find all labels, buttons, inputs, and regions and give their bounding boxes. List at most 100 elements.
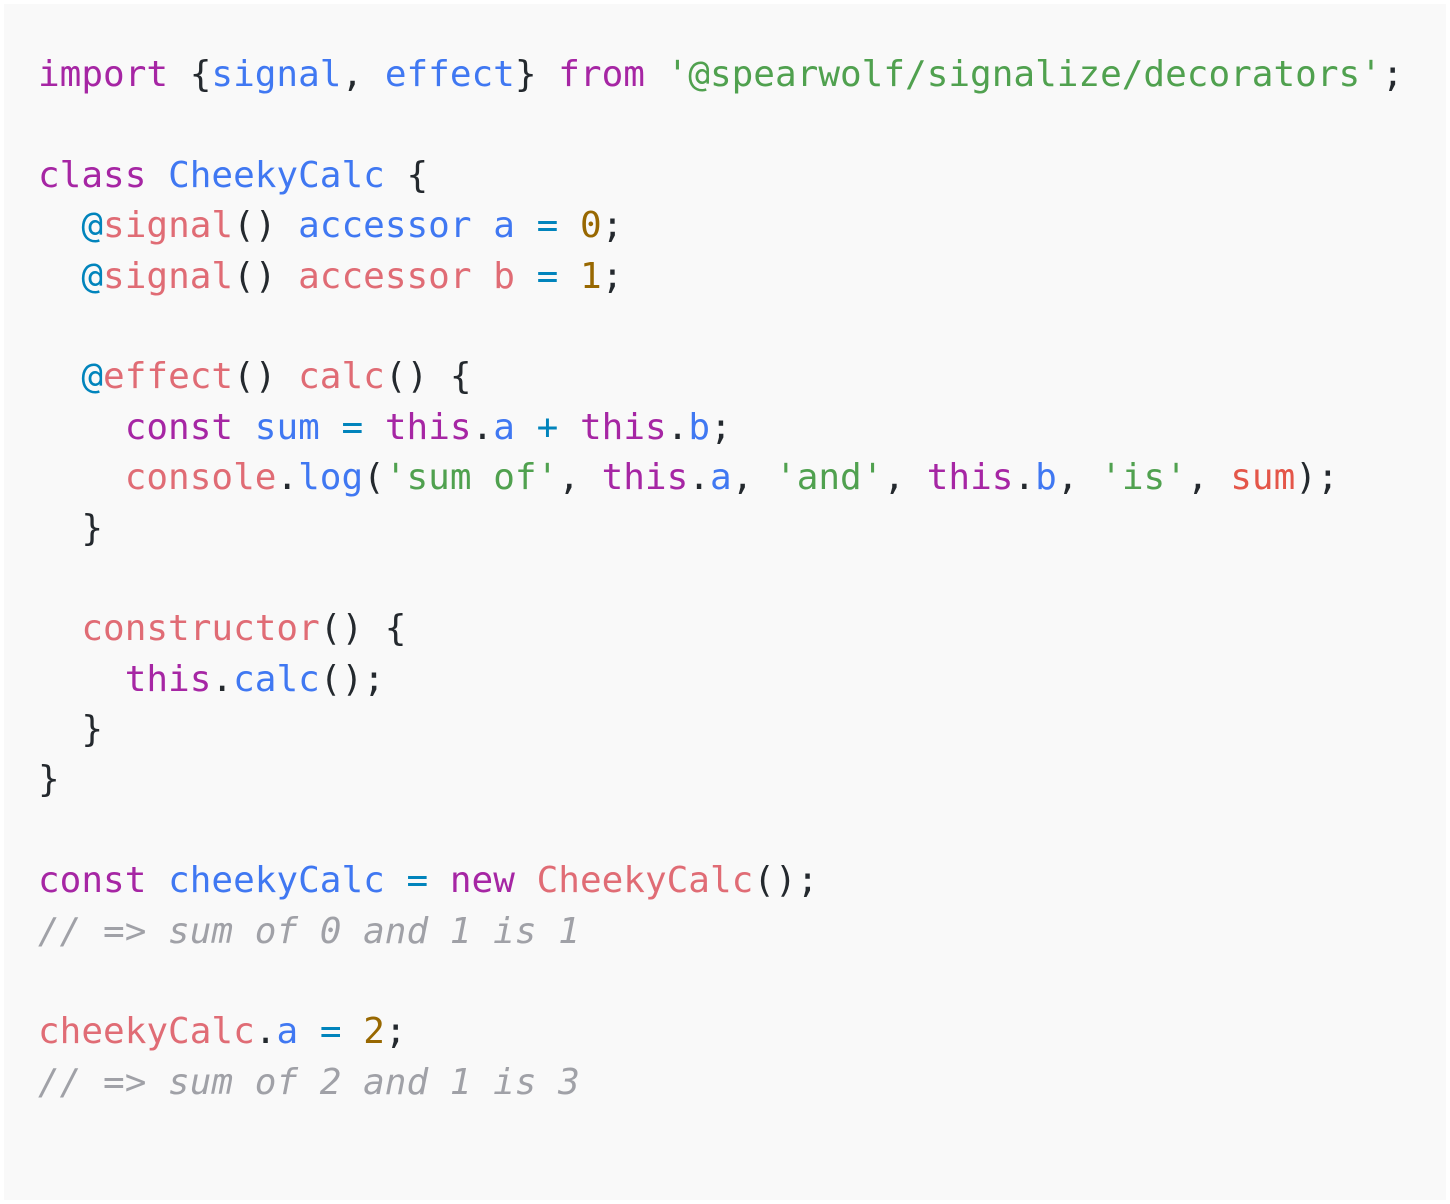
code-line: } [38, 705, 1404, 755]
code-token-identifier: b [688, 406, 711, 448]
code-token-decorator: @ [81, 356, 104, 398]
code-token-plain: , [731, 457, 776, 499]
code-token-plain: . [688, 457, 710, 499]
code-line: import {signal, effect} from '@spearwolf… [38, 50, 1404, 100]
code-token-plain: } [38, 759, 60, 801]
code-snippet-panel: import {signal, effect} from '@spearwolf… [4, 4, 1446, 1200]
code-line: console.log('sum of', this.a, 'and', thi… [38, 453, 1404, 503]
code-token-keyword: import [38, 54, 169, 95]
code-token-string: 'sum of' [384, 457, 559, 499]
code-token-plain: ; [601, 205, 624, 247]
code-token-decorator: @ [81, 205, 104, 247]
code-token-identifier: a [493, 406, 515, 448]
code-token-property: signal [103, 205, 234, 247]
code-token-identifier: a [493, 205, 515, 247]
code-token-plain: ; [601, 255, 624, 297]
code-line: constructor() { [38, 604, 1404, 654]
code-line: } [38, 504, 1404, 554]
code-token-keyword: this [601, 457, 689, 499]
code-token-property: calc [298, 356, 385, 398]
code-token-plain: () { [384, 356, 472, 398]
code-token-property: cheekyCalc [38, 1011, 255, 1053]
code-token-decorator: @ [81, 255, 104, 297]
code-token-plain: , [558, 457, 602, 499]
code-token-keyword: this [926, 457, 1014, 499]
code-token-plain: . [211, 658, 234, 700]
code-line: // => sum of 0 and 1 is 1 [38, 907, 1404, 957]
code-token-plain: ); [1295, 457, 1339, 499]
code-token-string: '@spearwolf/signalize/decorators' [666, 54, 1382, 95]
code-token-plain: . [276, 457, 299, 499]
code-line: cheekyCalc.a = 2; [38, 1007, 1404, 1057]
code-token-plain: { [168, 54, 212, 95]
code-token-property: console [124, 457, 277, 499]
code-token-plain: . [1013, 457, 1036, 499]
code-token-plain: () [233, 205, 299, 247]
code-line: @signal() accessor a = 0; [38, 201, 1404, 251]
code-token-property: CheekyCalc [536, 860, 754, 902]
code-token-identifier: effect [384, 54, 515, 95]
code-token-number: 0 [579, 205, 602, 247]
code-token-plain: { [384, 154, 429, 196]
code-token-identifier: sum [254, 406, 320, 448]
code-token-plain: , [341, 54, 385, 95]
code-token-plain: ; [710, 406, 732, 448]
code-token-keyword: this [384, 406, 472, 448]
code-token-plain: () [233, 356, 299, 398]
code-token-keyword: const [124, 406, 234, 448]
code-line: @signal() accessor b = 1; [38, 252, 1404, 302]
code-token-plain: (); [319, 658, 385, 700]
code-line: const sum = this.a + this.b; [38, 403, 1404, 453]
code-token-plain: , [1186, 457, 1231, 499]
code-token-keyword: class [38, 154, 147, 196]
code-token-string: 'is' [1100, 457, 1187, 499]
code-token-plain: . [666, 406, 689, 448]
code-token-property: effect [103, 356, 234, 398]
code-line: const cheekyCalc = new CheekyCalc(); [38, 856, 1404, 906]
code-token-operator: = [536, 205, 559, 247]
code-token-plain: . [471, 406, 494, 448]
code-token-operator: + [536, 406, 559, 448]
code-token-identifier: signal [211, 54, 342, 95]
code-token-plain: , [883, 457, 927, 499]
code-token-plain: , [1056, 457, 1101, 499]
code-token-identifier: a [709, 457, 732, 499]
code-token-plain: . [254, 1011, 277, 1053]
code-token-plain: } [38, 507, 104, 549]
code-token-property: constructor [81, 608, 320, 650]
code-token-identifier: log [298, 457, 364, 499]
code-line: // => sum of 2 and 1 is 3 [38, 1058, 1404, 1108]
code-line: this.calc(); [38, 655, 1404, 705]
code-line: @effect() calc() { [38, 352, 1404, 402]
code-token-plain: } [38, 709, 104, 751]
code-token-string: 'and' [775, 457, 884, 499]
code-token-plain: ( [363, 457, 385, 499]
code-token-operator: = [319, 1011, 342, 1053]
code-token-number: 1 [579, 255, 602, 297]
